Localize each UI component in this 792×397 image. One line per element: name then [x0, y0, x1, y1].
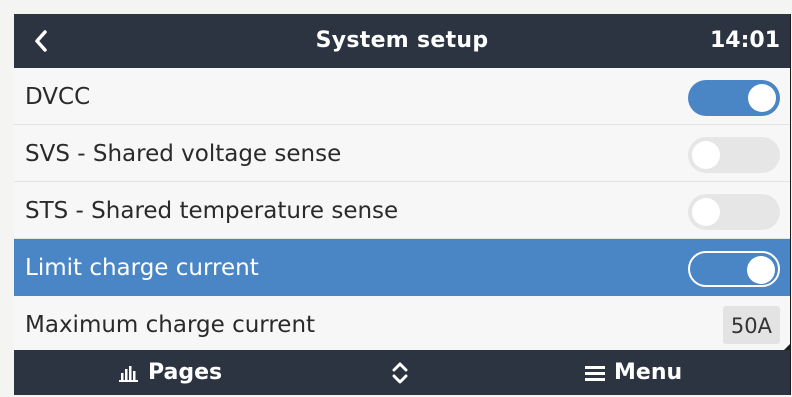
pages-button[interactable]: Pages	[118, 350, 222, 395]
menu-label: Menu	[614, 360, 683, 385]
setting-label: SVS - Shared voltage sense	[25, 141, 342, 167]
screen: System setup 14:01 DVCC SVS - Shared vol…	[14, 14, 791, 395]
svs-toggle[interactable]	[688, 137, 780, 173]
toggle-knob	[692, 141, 720, 169]
chevron-left-icon	[35, 30, 47, 52]
footer-bar: Pages Menu	[14, 350, 790, 395]
setting-row-svs[interactable]: SVS - Shared voltage sense	[14, 125, 790, 182]
back-button[interactable]	[26, 24, 56, 58]
pages-label: Pages	[148, 360, 223, 385]
toggle-knob	[692, 198, 720, 226]
dvcc-toggle[interactable]	[688, 80, 780, 116]
bar-chart-icon	[119, 365, 138, 382]
hamburger-icon	[585, 365, 605, 381]
setting-label: Maximum charge current	[25, 312, 316, 338]
settings-list: DVCC SVS - Shared voltage sense STS - Sh…	[14, 68, 790, 353]
up-down-chevron-icon	[392, 362, 408, 383]
up-down-button[interactable]	[390, 350, 410, 395]
setting-label: Limit charge current	[25, 255, 259, 281]
setting-row-dvcc[interactable]: DVCC	[14, 68, 790, 125]
menu-button[interactable]: Menu	[584, 350, 682, 395]
setting-row-sts[interactable]: STS - Shared temperature sense	[14, 182, 790, 239]
setting-row-limit-charge-current[interactable]: Limit charge current	[14, 239, 790, 296]
toggle-knob	[747, 256, 775, 284]
setting-label: DVCC	[25, 84, 91, 110]
limit-charge-current-toggle[interactable]	[688, 251, 780, 287]
page-title: System setup	[315, 28, 489, 53]
clock-time: 14:01	[709, 28, 780, 53]
max-charge-current-value[interactable]: 50A	[722, 306, 780, 344]
setting-label: STS - Shared temperature sense	[25, 198, 399, 224]
sts-toggle[interactable]	[688, 194, 780, 230]
toggle-knob	[748, 84, 776, 112]
header-bar: System setup 14:01	[14, 14, 790, 68]
setting-row-max-charge-current[interactable]: Maximum charge current 50A	[14, 296, 790, 353]
